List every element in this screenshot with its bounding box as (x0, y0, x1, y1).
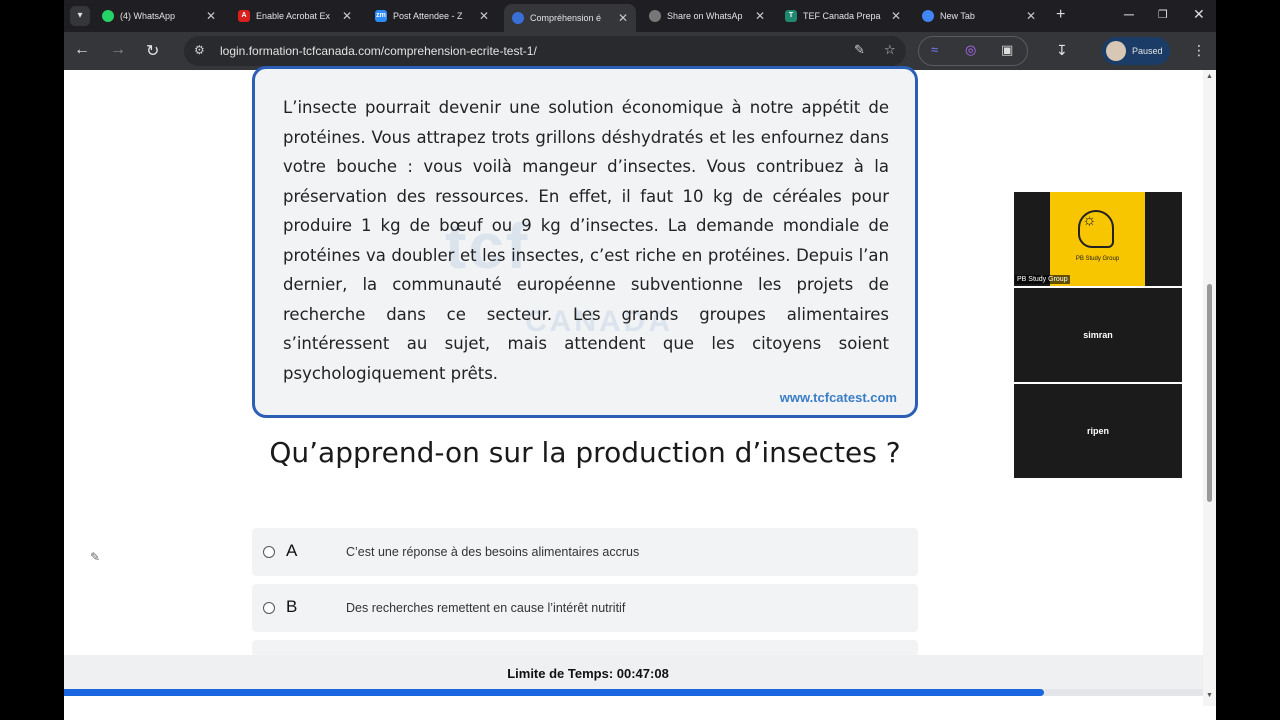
lightbulb-icon: ☼ (1082, 212, 1097, 229)
close-icon[interactable]: ✕ (342, 9, 352, 23)
forward-icon[interactable]: → (110, 41, 126, 59)
profile-status: Paused (1132, 46, 1163, 56)
option-text: Des recherches remettent en cause l’inté… (346, 601, 626, 615)
tab-label: TEF Canada Prepa (803, 11, 881, 21)
tab-acrobat[interactable]: A Enable Acrobat Ex ✕ (230, 4, 360, 28)
extensions-group: ≈ ◎ ▣ (918, 36, 1028, 66)
option-text: C’est une réponse à des besoins alimenta… (346, 545, 640, 559)
timer-label: Limite de Temps: 00:47:08 (507, 666, 669, 681)
bookmark-star-icon[interactable]: ☆ (884, 42, 896, 58)
restore-icon[interactable]: ❐ (1158, 8, 1168, 21)
chrome-icon (922, 10, 934, 22)
time-progress-bar (64, 689, 1203, 696)
site-info-icon[interactable]: ⚙ (194, 43, 205, 57)
close-icon[interactable]: ✕ (891, 9, 901, 23)
tab-label: Compréhension é (530, 13, 602, 23)
zoom-icon: zm (375, 10, 387, 22)
passage-text: L’insecte pourrait devenir une solution … (283, 98, 889, 383)
close-icon[interactable]: ✕ (618, 11, 628, 25)
download-icon[interactable]: ↧ (1056, 42, 1068, 59)
menu-kebab-icon[interactable]: ⋮ (1192, 42, 1206, 59)
participant-name: PB Study Group (1015, 275, 1070, 284)
pb-study-group-image: ☼ PB Study Group (1050, 192, 1145, 286)
globe-icon (649, 10, 661, 22)
video-tile-ripen[interactable]: ripen (1014, 384, 1182, 478)
tab-zoom[interactable]: zm Post Attendee - Z ✕ (367, 4, 497, 28)
tab-share-whatsapp[interactable]: Share on WhatsAp ✕ (641, 4, 773, 28)
extension-record-icon[interactable]: ◎ (965, 42, 976, 58)
close-icon[interactable]: ✕ (206, 9, 216, 23)
tcf-icon (512, 12, 524, 24)
scroll-up-icon[interactable]: ▲ (1206, 73, 1213, 80)
address-bar[interactable]: ⚙ login.formation-tcfcanada.com/comprehe… (184, 36, 906, 66)
scroll-thumb[interactable] (1207, 284, 1212, 502)
tab-label: New Tab (940, 11, 975, 21)
reading-passage: tcf CANADA L’insecte pourrait devenir un… (252, 66, 918, 418)
translate-icon[interactable]: ✎ (854, 42, 865, 58)
answer-option-a[interactable]: A C’est une réponse à des besoins alimen… (252, 528, 918, 576)
question-title: Qu’apprend-on sur la production d’insect… (269, 436, 901, 469)
tab-label: Post Attendee - Z (393, 11, 463, 21)
minimize-icon[interactable]: ─ (1124, 6, 1134, 22)
tab-label: Share on WhatsAp (667, 11, 743, 21)
radio-button[interactable] (263, 546, 275, 558)
extensions-puzzle-icon[interactable]: ▣ (1001, 42, 1013, 58)
new-tab-button[interactable]: + (1056, 7, 1065, 23)
tab-new-tab[interactable]: New Tab ✕ (914, 4, 1044, 28)
site-watermark: www.tcfcatest.com (779, 390, 897, 405)
profile-button[interactable]: Paused (1102, 37, 1170, 65)
video-tile-pb-study-group[interactable]: ☼ PB Study Group PB Study Group (1014, 192, 1182, 286)
acrobat-icon: A (238, 10, 250, 22)
tab-tef[interactable]: T TEF Canada Prepa ✕ (777, 4, 909, 28)
whatsapp-icon (102, 10, 114, 22)
option-letter: B (286, 597, 298, 616)
close-icon[interactable]: ✕ (755, 9, 765, 23)
close-icon[interactable]: ✕ (479, 9, 489, 23)
url-text[interactable]: login.formation-tcfcanada.com/comprehens… (220, 44, 537, 58)
option-letter: A (286, 541, 298, 560)
answer-option-b[interactable]: B Des recherches remettent en cause l’in… (252, 584, 918, 632)
close-icon[interactable]: ✕ (1026, 9, 1036, 23)
video-tile-simran[interactable]: simran (1014, 288, 1182, 382)
participant-name: simran (1083, 330, 1113, 340)
time-progress-fill (64, 689, 1044, 696)
extension-audio-icon[interactable]: ≈ (931, 42, 938, 57)
avatar (1106, 41, 1126, 61)
radio-button[interactable] (263, 602, 275, 614)
tab-whatsapp[interactable]: (4) WhatsApp ✕ (94, 4, 224, 28)
tab-label: Enable Acrobat Ex (256, 11, 331, 21)
tab-label: (4) WhatsApp (120, 11, 176, 21)
reload-icon[interactable]: ↻ (146, 41, 159, 61)
browser-toolbar: ← → ↻ ⚙ login.formation-tcfcanada.com/co… (64, 32, 1216, 70)
scroll-down-icon[interactable]: ▼ (1206, 692, 1213, 699)
page-content: tcf CANADA L’insecte pourrait devenir un… (64, 66, 1216, 720)
answer-option-c-partial[interactable] (252, 640, 918, 656)
scrollbar[interactable]: ▲ ▼ (1203, 70, 1216, 706)
tab-strip: ▾ (4) WhatsApp ✕ A Enable Acrobat Ex ✕ z… (64, 0, 1216, 32)
back-icon[interactable]: ← (74, 41, 90, 59)
participant-name: ripen (1086, 426, 1109, 436)
window-close-icon[interactable]: ✕ (1193, 6, 1205, 23)
screen: ▾ (4) WhatsApp ✕ A Enable Acrobat Ex ✕ z… (64, 0, 1216, 720)
tef-icon: T (785, 10, 797, 22)
tab-search-button[interactable]: ▾ (70, 6, 90, 26)
tab-comprehension[interactable]: Compréhension é ✕ (504, 4, 636, 32)
pen-icon: ✎ (90, 550, 101, 564)
image-caption: PB Study Group (1075, 256, 1120, 262)
